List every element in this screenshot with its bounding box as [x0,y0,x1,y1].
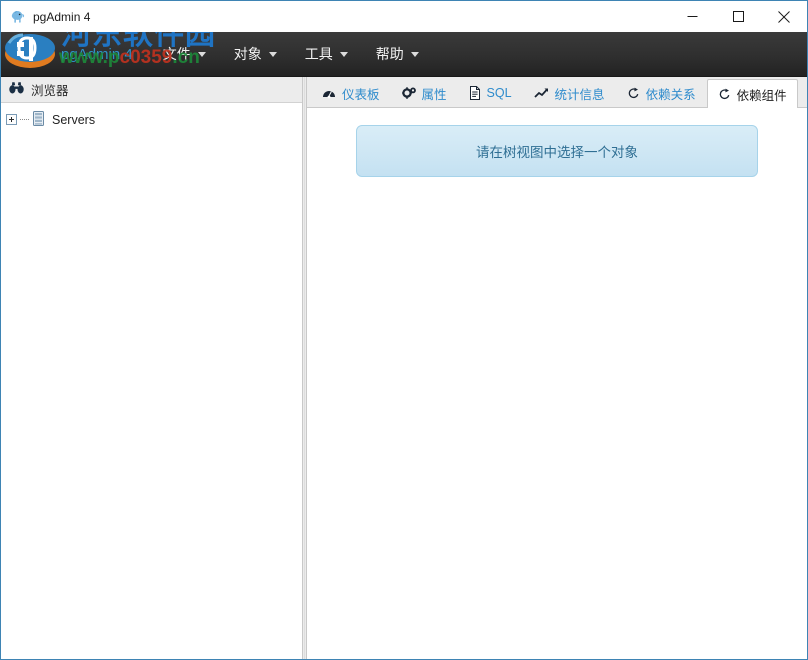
dependents-icon [718,88,731,101]
dependencies-icon [627,87,640,100]
dashboard-icon [322,87,336,99]
tab-dashboard-label: 仪表板 [342,84,380,103]
tree-item-servers-label: Servers [52,113,95,127]
menu-item-help[interactable]: 帮助 [362,32,433,76]
menu-item-object-label: 对象 [234,44,262,64]
chart-line-icon [534,88,549,99]
window-controls [669,1,807,32]
tab-statistics-label: 统计信息 [555,84,605,103]
application-window: pgAdmin 4 pgAdmin 4 文件 对象 [0,0,808,660]
document-icon [469,86,481,100]
select-object-alert: 请在树视图中选择一个对象 [356,125,758,177]
menu-item-tools[interactable]: 工具 [291,32,362,76]
browser-pane-title: 浏览器 [31,80,69,99]
tree-item-servers[interactable]: Servers [1,109,302,130]
menu-bar: pgAdmin 4 文件 对象 工具 帮助 [1,32,807,77]
tab-dependents-label: 依赖组件 [737,85,787,104]
tab-dashboard[interactable]: 仪表板 [311,78,391,107]
tab-properties[interactable]: 属性 [391,78,458,107]
browser-pane-header: 浏览器 [1,77,302,103]
tab-sql[interactable]: SQL [458,78,523,107]
menu-item-tools-label: 工具 [305,44,333,64]
tab-statistics[interactable]: 统计信息 [523,78,616,107]
maximize-button[interactable] [715,1,761,32]
tab-dependents[interactable]: 依赖组件 [707,79,798,108]
select-object-alert-text: 请在树视图中选择一个对象 [476,141,638,161]
browser-pane: 浏览器 Servers [1,77,302,659]
tab-bar: 仪表板 属性 [307,77,807,108]
chevron-down-icon [340,52,348,57]
menu-item-file[interactable]: 文件 [149,32,220,76]
menubar-brand: pgAdmin 4 [61,46,133,63]
tab-sql-label: SQL [487,86,512,100]
tab-dependencies[interactable]: 依赖关系 [616,78,707,107]
binoculars-icon [9,81,24,99]
browser-tree[interactable]: Servers [1,103,302,659]
minimize-button[interactable] [669,1,715,32]
panel-body: 请在树视图中选择一个对象 [307,108,807,659]
menu-item-file-label: 文件 [163,44,191,64]
gear-icon [402,87,416,100]
close-button[interactable] [761,1,807,32]
tab-dependencies-label: 依赖关系 [646,84,696,103]
plus-expander-icon[interactable] [6,114,17,125]
chevron-down-icon [269,52,277,57]
main-content: 浏览器 Servers [1,77,807,659]
menu-item-help-label: 帮助 [376,44,404,64]
title-bar: pgAdmin 4 [1,1,807,32]
menu-item-object[interactable]: 对象 [220,32,291,76]
chevron-down-icon [411,52,419,57]
window-title: pgAdmin 4 [33,10,90,24]
object-pane: 仪表板 属性 [307,77,807,659]
tab-properties-label: 属性 [422,84,447,103]
chevron-down-icon [198,52,206,57]
tree-connector [20,119,29,121]
server-icon [32,111,45,129]
elephant-icon [9,8,27,26]
